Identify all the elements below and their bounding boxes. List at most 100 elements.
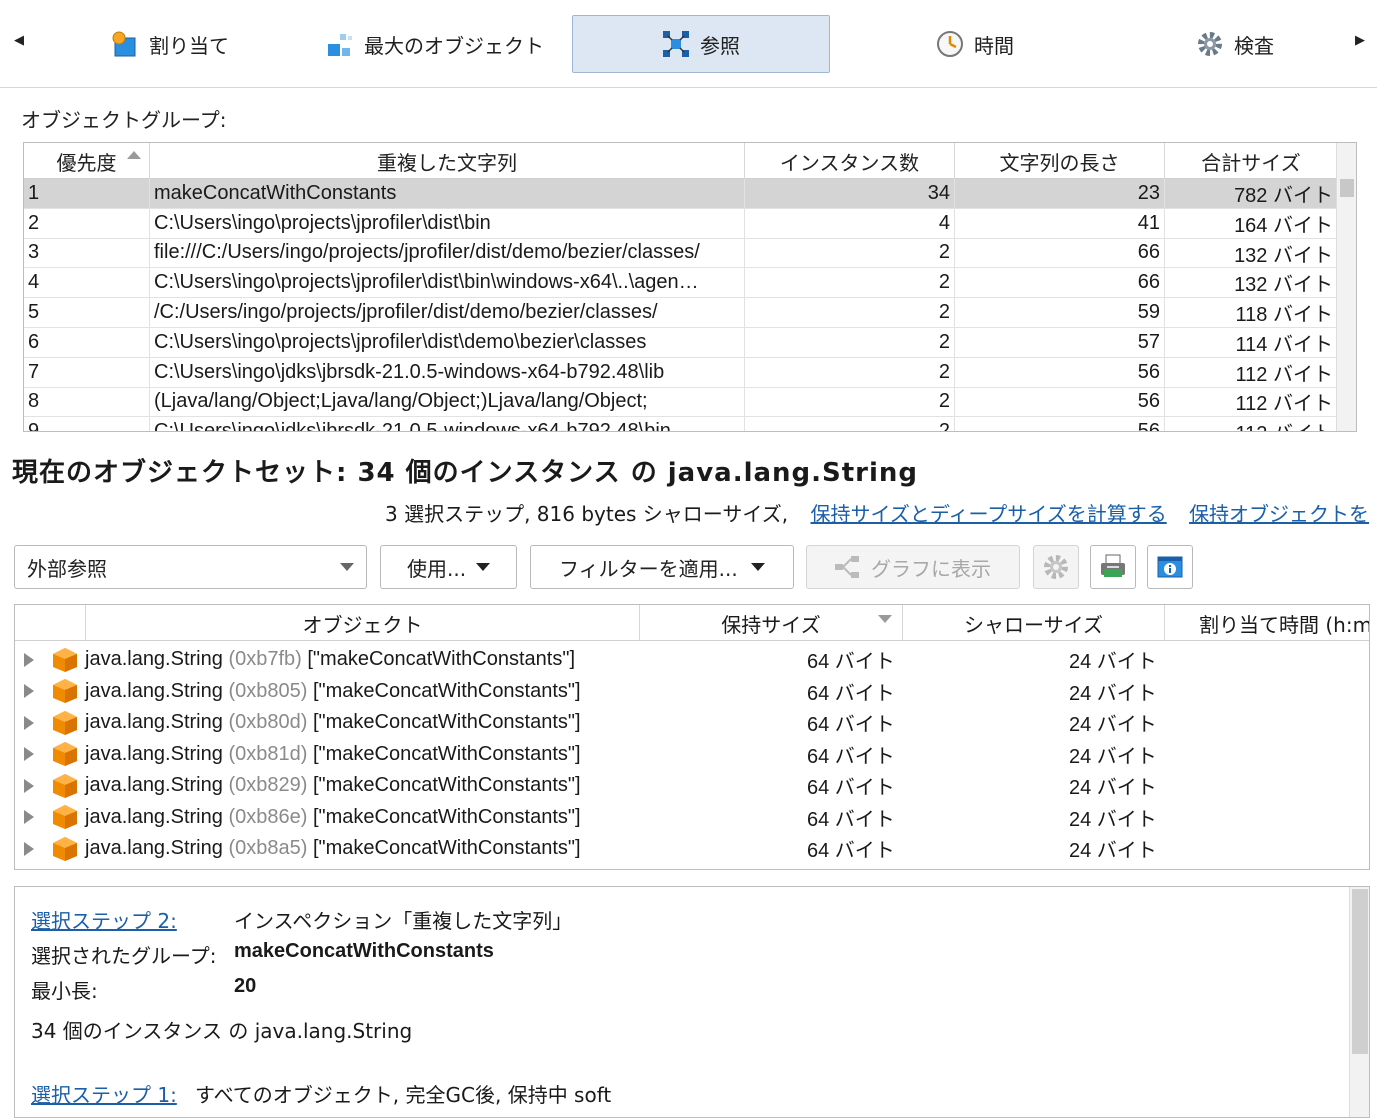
retained-size: 64 バイト: [807, 777, 895, 800]
table-row[interactable]: 3 file:///C:/Users/ingo/projects/jprofile…: [24, 238, 1338, 269]
expand-arrow-icon[interactable]: [24, 841, 34, 856]
table-row[interactable]: 8 (Ljava/lang/Object;Ljava/lang/Object;)L…: [24, 387, 1338, 418]
expand-arrow-icon[interactable]: [24, 684, 34, 699]
object-cube-icon: [53, 773, 77, 798]
table-row[interactable]: java.lang.String (0xb829) ["makeConcatWi…: [14, 770, 1370, 802]
scroll-left-arrow-icon[interactable]: ◀: [14, 33, 24, 48]
object-id: (0xb86e): [228, 805, 308, 828]
retained-objects-link[interactable]: 保持オブジェクトを: [1189, 502, 1369, 526]
column-header-allocation-time[interactable]: 割り当て時間 (h:m: [1165, 605, 1369, 641]
scrollbar-thumb[interactable]: [1340, 179, 1354, 197]
object-value: ["makeConcatWithConstants"]: [312, 837, 581, 860]
object-value: ["makeConcatWithConstants"]: [312, 774, 581, 797]
tab-biggest-objects[interactable]: 最大のオブジェクト: [300, 15, 570, 73]
tab-inspections[interactable]: 検査: [1160, 15, 1310, 73]
references-icon: [662, 30, 690, 58]
view-tab-bar: ◀ 割り当て 最大のオブジェクト 参照 時間 検査 ▶: [0, 0, 1377, 88]
instances-summary: 34 個のインスタンス の java.lang.String: [31, 1019, 413, 1043]
table-row[interactable]: 2 C:\Users\ingo\projects\jprofiler\dist\b…: [24, 208, 1338, 239]
shallow-size: 24 バイト: [1069, 714, 1157, 737]
shallow-size: 24 バイト: [1069, 777, 1157, 800]
shallow-size: 24 バイト: [1069, 651, 1157, 674]
column-header-duplicate-string[interactable]: 重複した文字列: [150, 143, 745, 179]
expand-arrow-icon[interactable]: [24, 778, 34, 793]
show-in-graph-label: グラフに表示: [871, 556, 991, 581]
settings-button[interactable]: [1033, 545, 1079, 589]
object-class: java.lang.String: [85, 648, 223, 671]
sort-ascending-icon: [127, 151, 141, 159]
use-button[interactable]: 使用...: [380, 545, 517, 589]
export-button[interactable]: [1090, 545, 1136, 589]
shallow-size: 24 バイト: [1069, 682, 1157, 705]
object-class: java.lang.String: [85, 774, 223, 797]
expand-arrow-icon[interactable]: [24, 652, 34, 667]
shallow-size: 24 バイト: [1069, 840, 1157, 863]
column-header-expander: [15, 605, 86, 641]
view-select[interactable]: 外部参照: [14, 545, 367, 589]
table-row[interactable]: java.lang.String (0xb7fb) ["makeConcatWi…: [14, 644, 1370, 676]
table-row[interactable]: 4 C:\Users\ingo\projects\jprofiler\dist\b…: [24, 268, 1338, 299]
table-row[interactable]: java.lang.String (0xb80d) ["makeConcatWi…: [14, 707, 1370, 739]
selected-group-value: makeConcatWithConstants: [234, 940, 494, 962]
shallow-size: 24 バイト: [1069, 745, 1157, 768]
apply-filter-button[interactable]: フィルターを適用...: [530, 545, 794, 589]
tab-label: 最大のオブジェクト: [364, 33, 544, 58]
expand-arrow-icon[interactable]: [24, 810, 34, 825]
gear-icon: [1042, 553, 1070, 581]
object-cube-icon: [53, 742, 77, 767]
object-id: (0xb80d): [228, 711, 308, 734]
column-header-total-size[interactable]: 合計サイズ: [1165, 143, 1338, 179]
expand-arrow-icon[interactable]: [24, 715, 34, 730]
expand-arrow-icon[interactable]: [24, 747, 34, 762]
sort-descending-icon: [878, 615, 892, 623]
table-row[interactable]: java.lang.String (0xb81d) ["makeConcatWi…: [14, 739, 1370, 771]
details-scrollbar[interactable]: [1349, 887, 1369, 1117]
column-header-shallow-size[interactable]: シャローサイズ: [903, 605, 1165, 641]
tab-references[interactable]: 参照: [572, 15, 830, 73]
column-header-object[interactable]: オブジェクト: [86, 605, 640, 641]
column-header-priority[interactable]: 優先度: [24, 143, 150, 179]
object-value: ["makeConcatWithConstants"]: [312, 711, 581, 734]
column-header-retained-size[interactable]: 保持サイズ: [640, 605, 903, 641]
calculate-sizes-link[interactable]: 保持サイズとディープサイズを計算する: [811, 502, 1167, 526]
object-class: java.lang.String: [85, 679, 223, 702]
selection-steps-panel: 選択ステップ 2: インスペクション「重複した文字列」 選択されたグループ: m…: [14, 886, 1370, 1118]
selection-step-2-link[interactable]: 選択ステップ 2:: [31, 905, 177, 934]
scrollbar-thumb[interactable]: [1352, 889, 1368, 1054]
chevron-down-icon: [476, 563, 490, 571]
object-set-summary: 3 選択ステップ, 816 bytes シャローサイズ, 保持サイズとディープサ…: [385, 498, 1369, 527]
table-row[interactable]: java.lang.String (0xb805) ["makeConcatWi…: [14, 676, 1370, 708]
column-header-instance-count[interactable]: インスタンス数: [745, 143, 955, 179]
scroll-right-arrow-icon[interactable]: ▶: [1355, 33, 1365, 48]
retained-size: 64 バイト: [807, 808, 895, 831]
table-row[interactable]: 5/C:/Users/ingo/projects/jprofiler/dist/…: [24, 298, 1338, 328]
table-row[interactable]: 7 C:\Users\ingo\jdks\jbrsdk-21.0.5-window…: [24, 357, 1338, 388]
table-row[interactable]: 6 C:\Users\ingo\projects\jprofiler\dist\d…: [24, 327, 1338, 358]
allocation-icon: [111, 30, 139, 58]
table-row[interactable]: 1 makeConcatWithConstants 34 23 782 バイト: [24, 179, 1338, 209]
tab-label: 検査: [1234, 33, 1274, 58]
tab-label: 割り当て: [149, 33, 229, 58]
help-button[interactable]: [1147, 545, 1193, 589]
min-length-label: 最小長:: [31, 979, 98, 1003]
objects-table-header: オブジェクト 保持サイズ シャローサイズ 割り当て時間 (h:m: [15, 605, 1369, 641]
tab-allocations[interactable]: 割り当て: [80, 15, 260, 73]
table-row[interactable]: java.lang.String (0xb8a5) ["makeConcatWi…: [14, 833, 1370, 865]
info-icon: [1156, 553, 1184, 581]
table-row[interactable]: java.lang.String (0xb86e) ["makeConcatWi…: [14, 802, 1370, 834]
object-id: (0xb829): [228, 774, 308, 797]
printer-icon: [1099, 553, 1127, 581]
objects-table-body: java.lang.String (0xb7fb) ["makeConcatWi…: [14, 640, 1370, 869]
selected-group-label: 選択されたグループ:: [31, 944, 217, 968]
object-cube-icon: [53, 710, 77, 735]
object-value: ["makeConcatWithConstants"]: [307, 648, 576, 671]
show-in-graph-button[interactable]: グラフに表示: [806, 545, 1020, 589]
tab-time[interactable]: 時間: [900, 15, 1050, 73]
groups-table-scrollbar[interactable]: [1336, 143, 1356, 431]
retained-size: 64 バイト: [807, 745, 895, 768]
retained-size: 64 バイト: [807, 840, 895, 863]
selection-step-1-link[interactable]: 選択ステップ 1:: [31, 1079, 177, 1108]
object-value: ["makeConcatWithConstants"]: [312, 805, 581, 828]
table-row[interactable]: 9 C:\Users\ingo\jdks\jbrsdk-21.0.5-window…: [24, 417, 1338, 431]
column-header-string-length[interactable]: 文字列の長さ: [955, 143, 1165, 179]
